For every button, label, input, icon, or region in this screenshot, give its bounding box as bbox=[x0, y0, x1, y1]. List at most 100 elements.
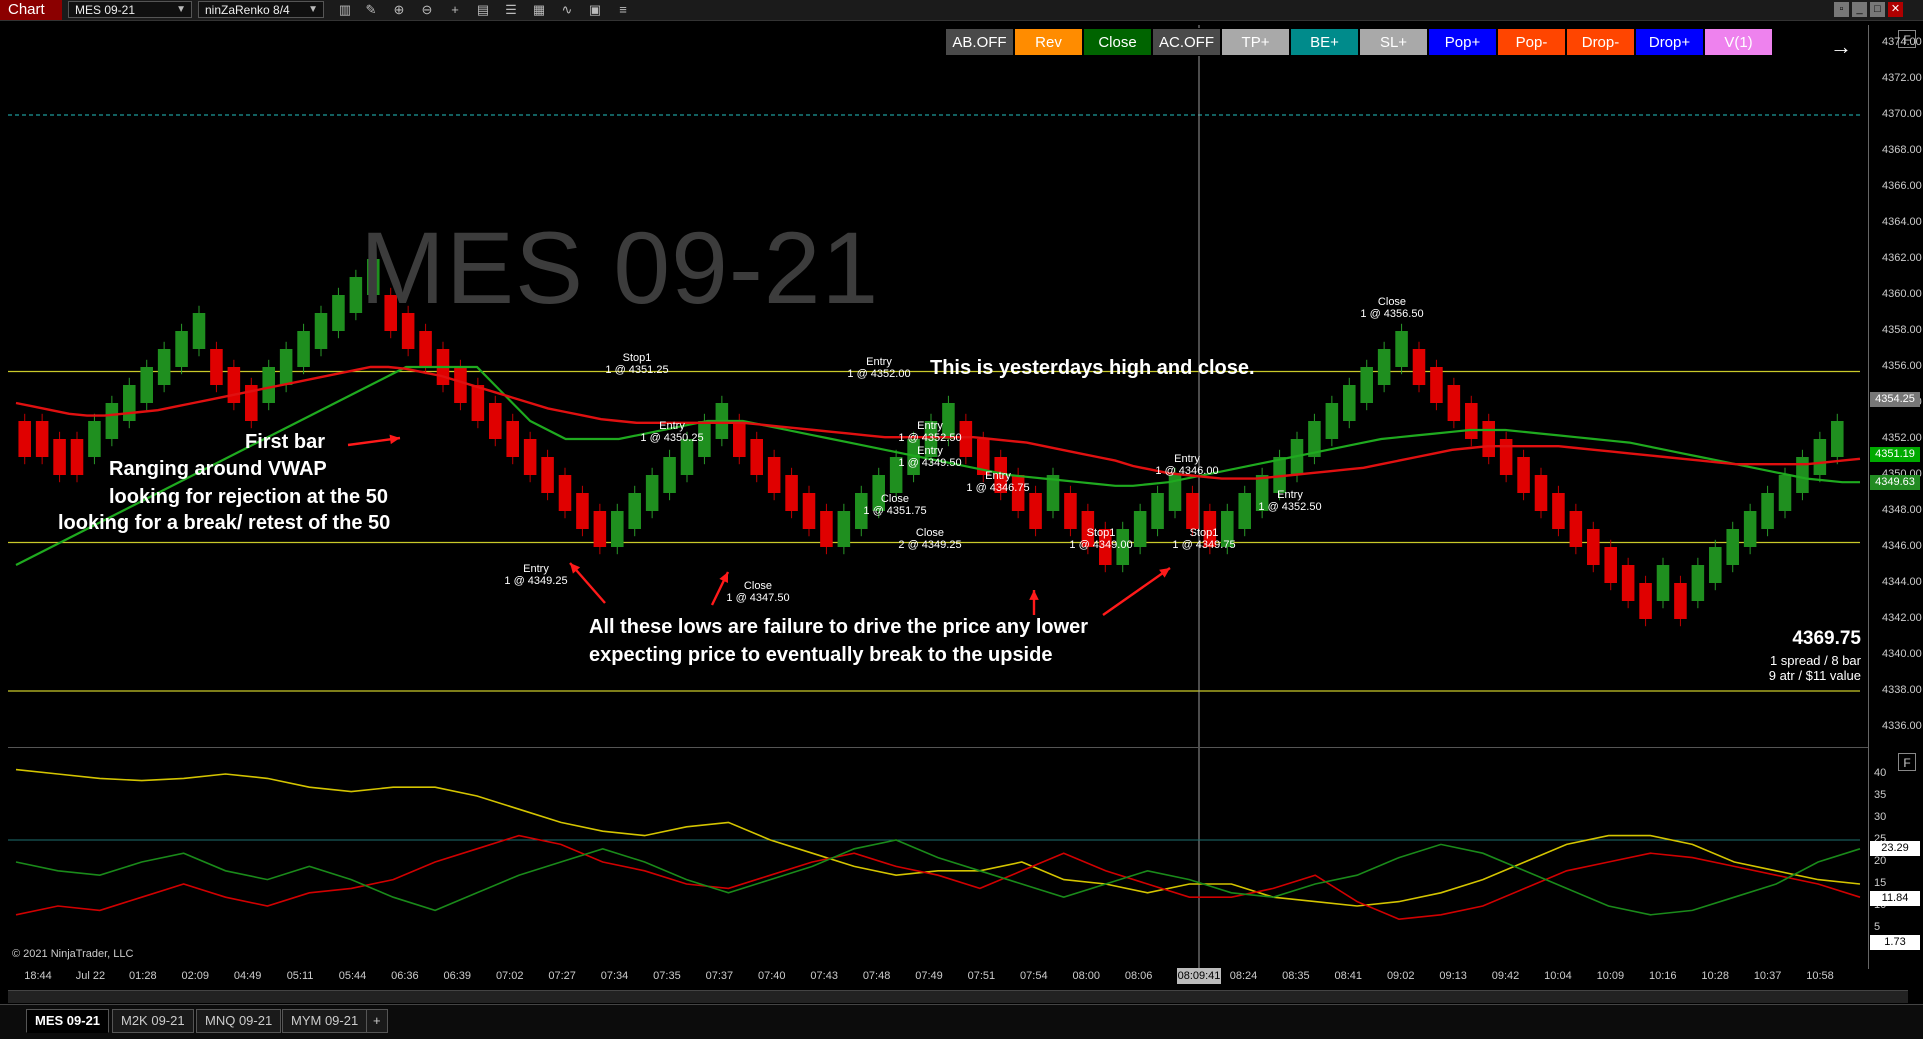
candle-body bbox=[175, 331, 188, 367]
horizontal-scrollbar[interactable] bbox=[8, 990, 1908, 1003]
osc-badge: 23.29 bbox=[1870, 840, 1920, 856]
trade-label: Entry 1 @ 4352.50 bbox=[898, 420, 961, 444]
trade-label-title: Entry bbox=[917, 420, 943, 432]
time-axis-label: 02:09 bbox=[181, 970, 209, 982]
candle-body bbox=[663, 457, 676, 493]
trade-label-title: Close bbox=[1377, 296, 1407, 308]
candle-body bbox=[1377, 349, 1391, 385]
trade-label-detail: 1 @ 4351.25 bbox=[605, 364, 669, 376]
time-axis-label: 07:49 bbox=[915, 970, 943, 982]
annotation-lows-2: expecting price to eventually break to t… bbox=[589, 644, 1053, 666]
price-axis-label: 4370.00 bbox=[1882, 108, 1922, 120]
trade-label-title: Entry bbox=[985, 470, 1011, 482]
chart-trader-button[interactable]: AB.OFF bbox=[945, 28, 1014, 56]
candle-body bbox=[1151, 493, 1164, 529]
candle-body bbox=[1604, 547, 1617, 583]
annotation-lows-1: All these lows are failure to drive the … bbox=[589, 616, 1089, 638]
trade-label: Close 1 @ 4347.50 bbox=[726, 580, 789, 604]
price-axis-label: 4368.00 bbox=[1882, 144, 1922, 156]
candle-body bbox=[1831, 421, 1844, 457]
chart-trader-button[interactable]: Rev bbox=[1014, 28, 1083, 56]
candle-body bbox=[733, 421, 746, 457]
price-axis-label: 4338.00 bbox=[1882, 684, 1922, 696]
candle-body bbox=[192, 313, 206, 349]
trade-label: Entry 1 @ 4346.00 bbox=[1155, 453, 1218, 477]
chart-trader-button[interactable]: Drop+ bbox=[1635, 28, 1704, 56]
osc-axis-label: 5 bbox=[1874, 921, 1881, 933]
osc-badge: 11.84 bbox=[1870, 890, 1920, 906]
candle-body bbox=[1691, 565, 1705, 601]
candle-body bbox=[1587, 529, 1600, 565]
annotation-rejection: looking for rejection at the 50 bbox=[109, 486, 388, 508]
candle-body bbox=[1534, 475, 1548, 511]
trade-label-detail: 1 @ 4351.75 bbox=[863, 505, 927, 517]
candle-body bbox=[1064, 493, 1077, 529]
copyright-text: © 2021 NinjaTrader, LLC bbox=[12, 948, 134, 960]
chart-trader-button[interactable]: BE+ bbox=[1290, 28, 1359, 56]
candle-body bbox=[1639, 583, 1652, 619]
candle-body bbox=[262, 367, 275, 403]
trade-label: Close 1 @ 4356.50 bbox=[1360, 296, 1423, 320]
candle-body bbox=[419, 331, 432, 367]
add-tab-button[interactable]: + bbox=[366, 1009, 388, 1033]
chart-trader-button[interactable]: Close bbox=[1083, 28, 1152, 56]
price-axis-label: 4366.00 bbox=[1882, 180, 1922, 192]
trade-label-detail: 1 @ 4347.50 bbox=[726, 592, 790, 604]
candle-body bbox=[1709, 547, 1722, 583]
trade-label-detail: 1 @ 4352.00 bbox=[847, 368, 911, 380]
time-axis-label: 08:41 bbox=[1334, 970, 1363, 982]
arrow-right-icon[interactable]: → bbox=[1830, 34, 1852, 60]
trade-label: Stop1 1 @ 4349.75 bbox=[1172, 527, 1235, 551]
candle-body bbox=[1778, 475, 1792, 511]
trade-label: Entry 1 @ 4346.75 bbox=[966, 470, 1029, 494]
trade-label-title: Entry bbox=[917, 445, 943, 457]
candle-body bbox=[210, 349, 223, 385]
annotation-ranging: Ranging around VWAP bbox=[109, 458, 327, 480]
tab-mym[interactable]: MYM 09-21 bbox=[282, 1009, 368, 1033]
chart-trader-button[interactable]: Drop- bbox=[1566, 28, 1635, 56]
price-axis-label: 4364.00 bbox=[1882, 216, 1922, 228]
candle-body bbox=[157, 349, 171, 385]
panel-separator[interactable] bbox=[8, 747, 1868, 748]
chart-trader-button[interactable]: SL+ bbox=[1359, 28, 1428, 56]
candle-body bbox=[1343, 385, 1356, 421]
chart-trader-button[interactable]: V(1) bbox=[1704, 28, 1773, 56]
price-axis-label: 4360.00 bbox=[1882, 288, 1922, 300]
oscillator-line bbox=[15, 839, 1861, 916]
tab-mnq[interactable]: MNQ 09-21 bbox=[196, 1009, 282, 1033]
candle-body bbox=[1412, 349, 1426, 385]
candle-body bbox=[576, 493, 589, 529]
trade-label-title: Entry bbox=[1277, 489, 1303, 501]
chart-trader-button[interactable]: AC.OFF bbox=[1152, 28, 1221, 56]
price-axis-label: 4358.00 bbox=[1882, 324, 1922, 336]
candle-body bbox=[489, 403, 502, 439]
candle-body bbox=[611, 511, 624, 547]
chart-trader-button[interactable]: Pop+ bbox=[1428, 28, 1497, 56]
trade-label-detail: 1 @ 4352.50 bbox=[1258, 501, 1322, 513]
time-axis-label: 07:35 bbox=[653, 970, 681, 982]
candle-body bbox=[558, 475, 572, 511]
time-axis-label: 08:00 bbox=[1072, 970, 1100, 982]
candle-body bbox=[140, 367, 153, 403]
time-axis-label: 01:28 bbox=[129, 970, 157, 982]
candle-body bbox=[523, 439, 537, 475]
trade-label: Entry 1 @ 4352.50 bbox=[1258, 489, 1321, 513]
time-axis-label: 09:02 bbox=[1386, 970, 1415, 982]
trade-label-detail: 1 @ 4346.75 bbox=[966, 482, 1030, 494]
trade-label-detail: 1 @ 4349.00 bbox=[1069, 539, 1133, 551]
panel-f-button-lower[interactable]: F bbox=[1898, 753, 1916, 771]
trade-label: Entry 1 @ 4349.50 bbox=[898, 445, 961, 469]
tab-mes[interactable]: MES 09-21 bbox=[26, 1009, 110, 1033]
trade-label: Close 2 @ 4349.25 bbox=[898, 527, 961, 551]
price-axis-label: 4348.00 bbox=[1882, 504, 1922, 516]
tab-m2k[interactable]: M2K 09-21 bbox=[112, 1009, 194, 1033]
candle-body bbox=[53, 439, 66, 475]
candle-body bbox=[471, 385, 485, 421]
chart-trader-button[interactable]: Pop- bbox=[1497, 28, 1566, 56]
chart-trader-button[interactable]: TP+ bbox=[1221, 28, 1290, 56]
trade-label: Entry 1 @ 4350.25 bbox=[640, 420, 703, 444]
time-axis-label: 07:54 bbox=[1020, 970, 1048, 982]
candle-body bbox=[820, 511, 833, 547]
trade-label-title: Close bbox=[880, 493, 910, 505]
time-axis-label: 07:34 bbox=[600, 970, 629, 982]
